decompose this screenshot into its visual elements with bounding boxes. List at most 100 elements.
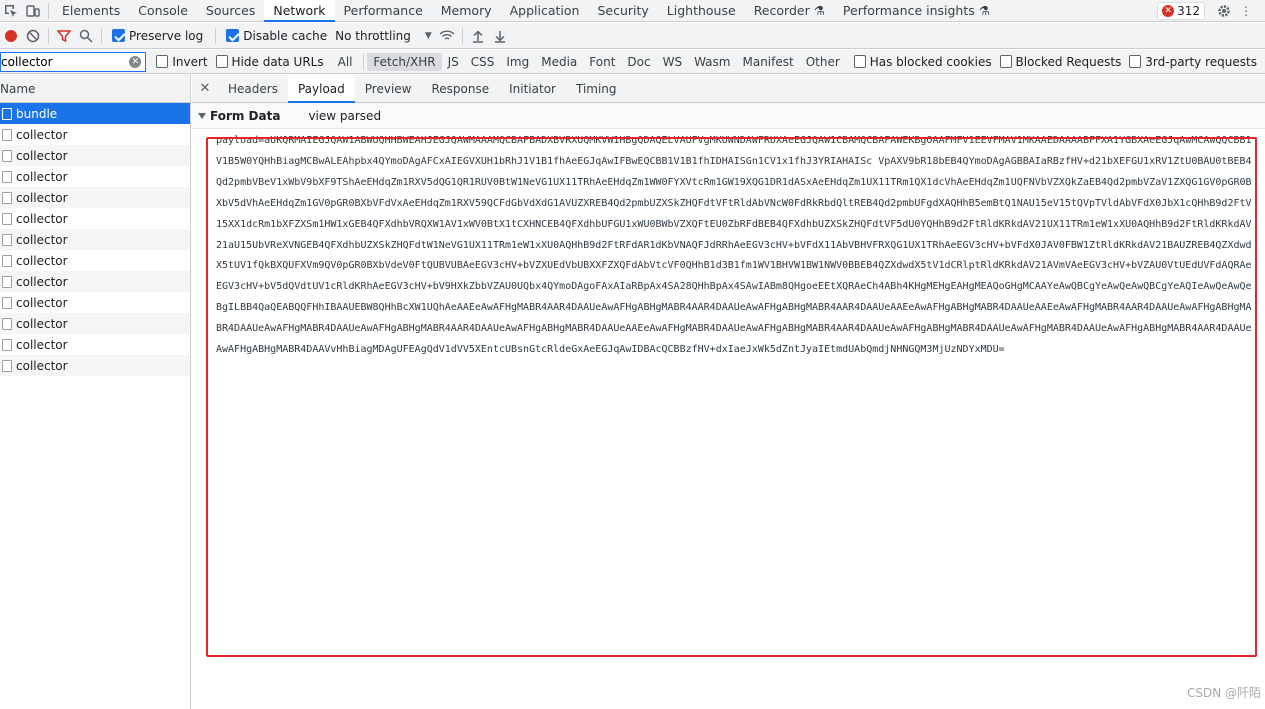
third-party-requests-checkbox[interactable] <box>1129 55 1142 68</box>
request-row[interactable]: collector <box>0 292 190 313</box>
request-row[interactable]: collector <box>0 271 190 292</box>
request-list: Name bundle collector collector collecto… <box>0 75 191 709</box>
network-filter-bar: ✕ Invert Hide data URLs All Fetch/XHR JS… <box>0 50 1265 74</box>
request-row[interactable]: collector <box>0 313 190 334</box>
network-toolbar: Preserve log Disable cache No throttling… <box>0 23 1265 49</box>
devtools-panel-tabbar: Elements Console Sources Network Perform… <box>0 0 1265 22</box>
tab-headers[interactable]: Headers <box>218 75 288 103</box>
request-row[interactable]: collector <box>0 208 190 229</box>
request-row[interactable]: collector <box>0 145 190 166</box>
type-filter-font[interactable]: Font <box>583 53 621 71</box>
tab-recorder-label: Recorder <box>753 2 810 18</box>
export-har-icon[interactable] <box>489 25 511 47</box>
clear-button[interactable] <box>22 25 44 47</box>
close-detail-icon[interactable]: ✕ <box>192 81 218 96</box>
form-data-section-header[interactable]: Form Data view parsed <box>192 103 1265 129</box>
type-filter-js[interactable]: JS <box>442 53 465 71</box>
hide-data-urls-checkbox[interactable] <box>215 55 228 68</box>
filter-field[interactable]: ✕ <box>0 51 147 72</box>
request-row[interactable]: bundle <box>0 103 190 124</box>
tab-response[interactable]: Response <box>421 75 499 103</box>
error-icon: ✕ <box>1162 4 1175 17</box>
request-file-icon <box>2 170 12 183</box>
record-button[interactable] <box>0 25 22 47</box>
request-detail-pane: ✕ Headers Payload Preview Response Initi… <box>192 74 1265 709</box>
request-name: collector <box>16 337 68 352</box>
tab-sources[interactable]: Sources <box>197 0 264 22</box>
filter-icon <box>57 29 71 42</box>
divider <box>48 2 49 19</box>
filter-button[interactable] <box>53 25 75 47</box>
tab-application[interactable]: Application <box>501 0 589 22</box>
request-rows: bundle collector collector collector col… <box>0 103 190 376</box>
request-file-icon <box>2 338 12 351</box>
tab-lighthouse[interactable]: Lighthouse <box>658 0 745 22</box>
type-filter-manifest[interactable]: Manifest <box>736 53 799 71</box>
request-file-icon <box>2 317 12 330</box>
request-file-icon <box>2 191 12 204</box>
throttling-value: No throttling <box>335 28 411 43</box>
more-options-icon[interactable]: ⋮ <box>1235 0 1257 22</box>
type-filter-all[interactable]: All <box>332 53 359 71</box>
import-har-icon[interactable] <box>467 25 489 47</box>
network-conditions-icon[interactable] <box>436 25 458 47</box>
tab-memory[interactable]: Memory <box>432 0 501 22</box>
divider <box>101 27 102 44</box>
detail-tabbar: ✕ Headers Payload Preview Response Initi… <box>192 74 1265 103</box>
device-toolbar-icon[interactable] <box>22 0 44 22</box>
disable-cache-checkbox[interactable] <box>226 29 240 42</box>
gear-icon[interactable] <box>1213 0 1235 22</box>
invert-label: Invert <box>172 54 208 69</box>
filter-input[interactable] <box>1 52 141 71</box>
type-filter-css[interactable]: CSS <box>465 53 501 71</box>
tab-elements[interactable]: Elements <box>53 0 129 22</box>
request-row[interactable]: collector <box>0 334 190 355</box>
type-filter-doc[interactable]: Doc <box>621 53 656 71</box>
invert-checkbox[interactable] <box>156 55 169 68</box>
view-parsed-link[interactable]: view parsed <box>308 109 381 123</box>
type-filter-other[interactable]: Other <box>800 53 846 71</box>
type-filter-ws[interactable]: WS <box>657 53 688 71</box>
divider <box>461 27 463 44</box>
request-row[interactable]: collector <box>0 355 190 376</box>
tab-payload[interactable]: Payload <box>287 74 355 103</box>
tab-initiator[interactable]: Initiator <box>499 75 566 103</box>
name-column-header[interactable]: Name <box>0 75 190 103</box>
tab-performance-insights[interactable]: Performance insights ⚗ <box>834 0 999 22</box>
tab-recorder[interactable]: Recorder ⚗ <box>745 0 834 22</box>
has-blocked-cookies-checkbox[interactable] <box>853 55 866 68</box>
tab-security[interactable]: Security <box>588 0 657 22</box>
request-name: collector <box>16 316 68 331</box>
inspect-element-icon[interactable] <box>0 0 22 22</box>
collapse-triangle-icon <box>198 112 206 119</box>
type-filter-img[interactable]: Img <box>500 53 535 71</box>
request-row[interactable]: collector <box>0 250 190 271</box>
request-row[interactable]: collector <box>0 124 190 145</box>
type-filter-wasm[interactable]: Wasm <box>688 53 736 71</box>
request-row[interactable]: collector <box>0 229 190 250</box>
request-row[interactable]: collector <box>0 166 190 187</box>
error-count-badge[interactable]: ✕ 312 <box>1157 1 1205 20</box>
clear-filter-icon[interactable]: ✕ <box>129 55 142 68</box>
request-name: collector <box>16 190 68 205</box>
preserve-log-checkbox[interactable] <box>112 29 125 42</box>
hide-data-urls-label: Hide data URLs <box>231 54 324 69</box>
tab-preview[interactable]: Preview <box>355 75 422 103</box>
request-file-icon <box>2 107 12 120</box>
tab-performance[interactable]: Performance <box>335 0 432 22</box>
throttling-select[interactable]: No throttling ▼ <box>335 29 432 43</box>
blocked-requests-checkbox[interactable] <box>999 55 1012 68</box>
blocked-requests-label: Blocked Requests <box>1015 54 1122 69</box>
tab-console[interactable]: Console <box>129 0 197 22</box>
type-filter-fetch-xhr[interactable]: Fetch/XHR <box>367 52 442 71</box>
tab-timing[interactable]: Timing <box>566 75 627 103</box>
payload-text: payload=aUKQRMAIEGJQAW1ABWUQHHBWEAHJEGJQ… <box>216 135 1252 356</box>
search-button[interactable] <box>75 25 97 47</box>
divider <box>48 27 49 44</box>
request-name: collector <box>16 232 68 247</box>
request-file-icon <box>2 128 12 141</box>
form-data-title: Form Data <box>210 108 281 123</box>
type-filter-media[interactable]: Media <box>535 53 583 71</box>
request-row[interactable]: collector <box>0 187 190 208</box>
tab-network[interactable]: Network <box>264 0 335 22</box>
